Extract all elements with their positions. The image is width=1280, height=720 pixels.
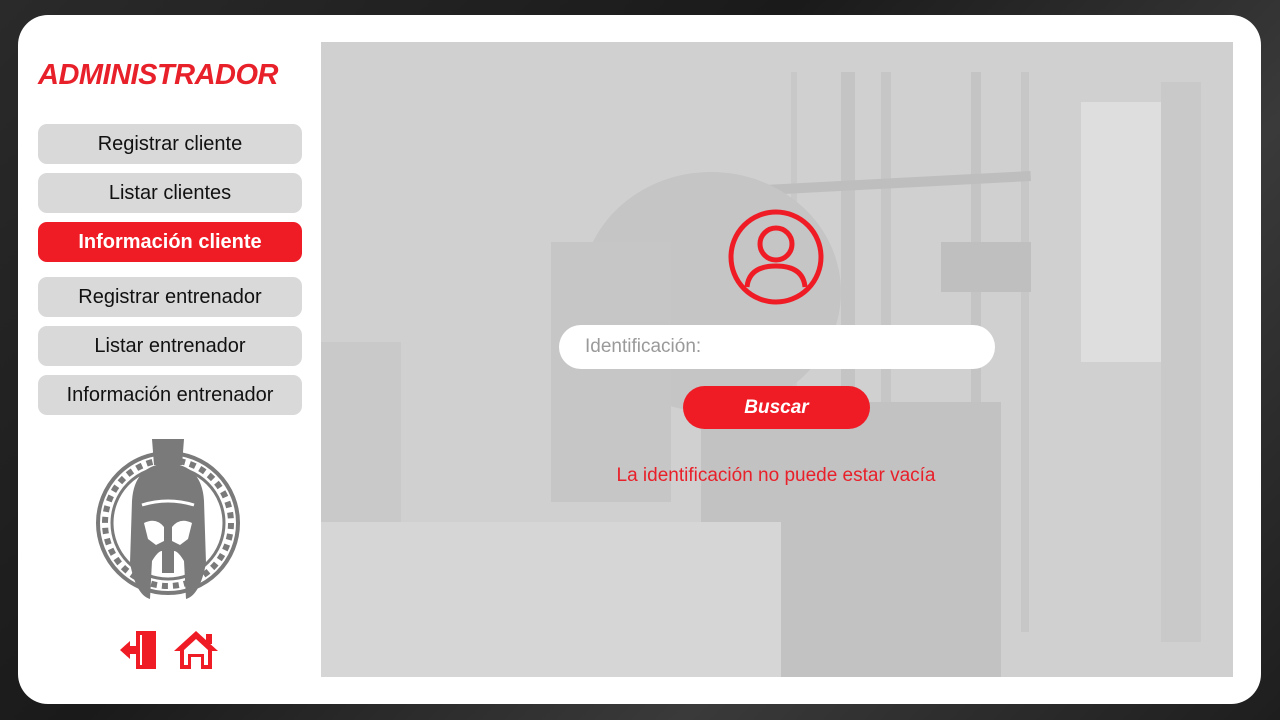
sidebar-item-listar-clientes[interactable]: Listar clientes [38, 173, 302, 213]
main-panel: Buscar La identificación no puede estar … [321, 42, 1233, 677]
sidebar-title: ADMINISTRADOR [38, 59, 279, 91]
sidebar-item-informacion-entrenador[interactable]: Información entrenador [38, 375, 302, 415]
app-window: ADMINISTRADOR Registrar cliente Listar c… [18, 15, 1261, 704]
sidebar-item-registrar-entrenador[interactable]: Registrar entrenador [38, 277, 302, 317]
spartan-helmet-logo [96, 439, 240, 599]
search-button[interactable]: Buscar [683, 386, 870, 429]
bottom-icons [118, 629, 220, 671]
home-icon[interactable] [172, 629, 220, 671]
user-circle-icon [728, 209, 824, 305]
logout-door-icon[interactable] [118, 629, 158, 671]
sidebar-item-listar-entrenador[interactable]: Listar entrenador [38, 326, 302, 366]
sidebar-item-informacion-cliente[interactable]: Información cliente [38, 222, 302, 262]
sidebar-item-registrar-cliente[interactable]: Registrar cliente [38, 124, 302, 164]
error-message: La identificación no puede estar vacía [616, 465, 936, 486]
identification-input[interactable] [559, 325, 995, 369]
sidebar: ADMINISTRADOR Registrar cliente Listar c… [18, 15, 321, 704]
